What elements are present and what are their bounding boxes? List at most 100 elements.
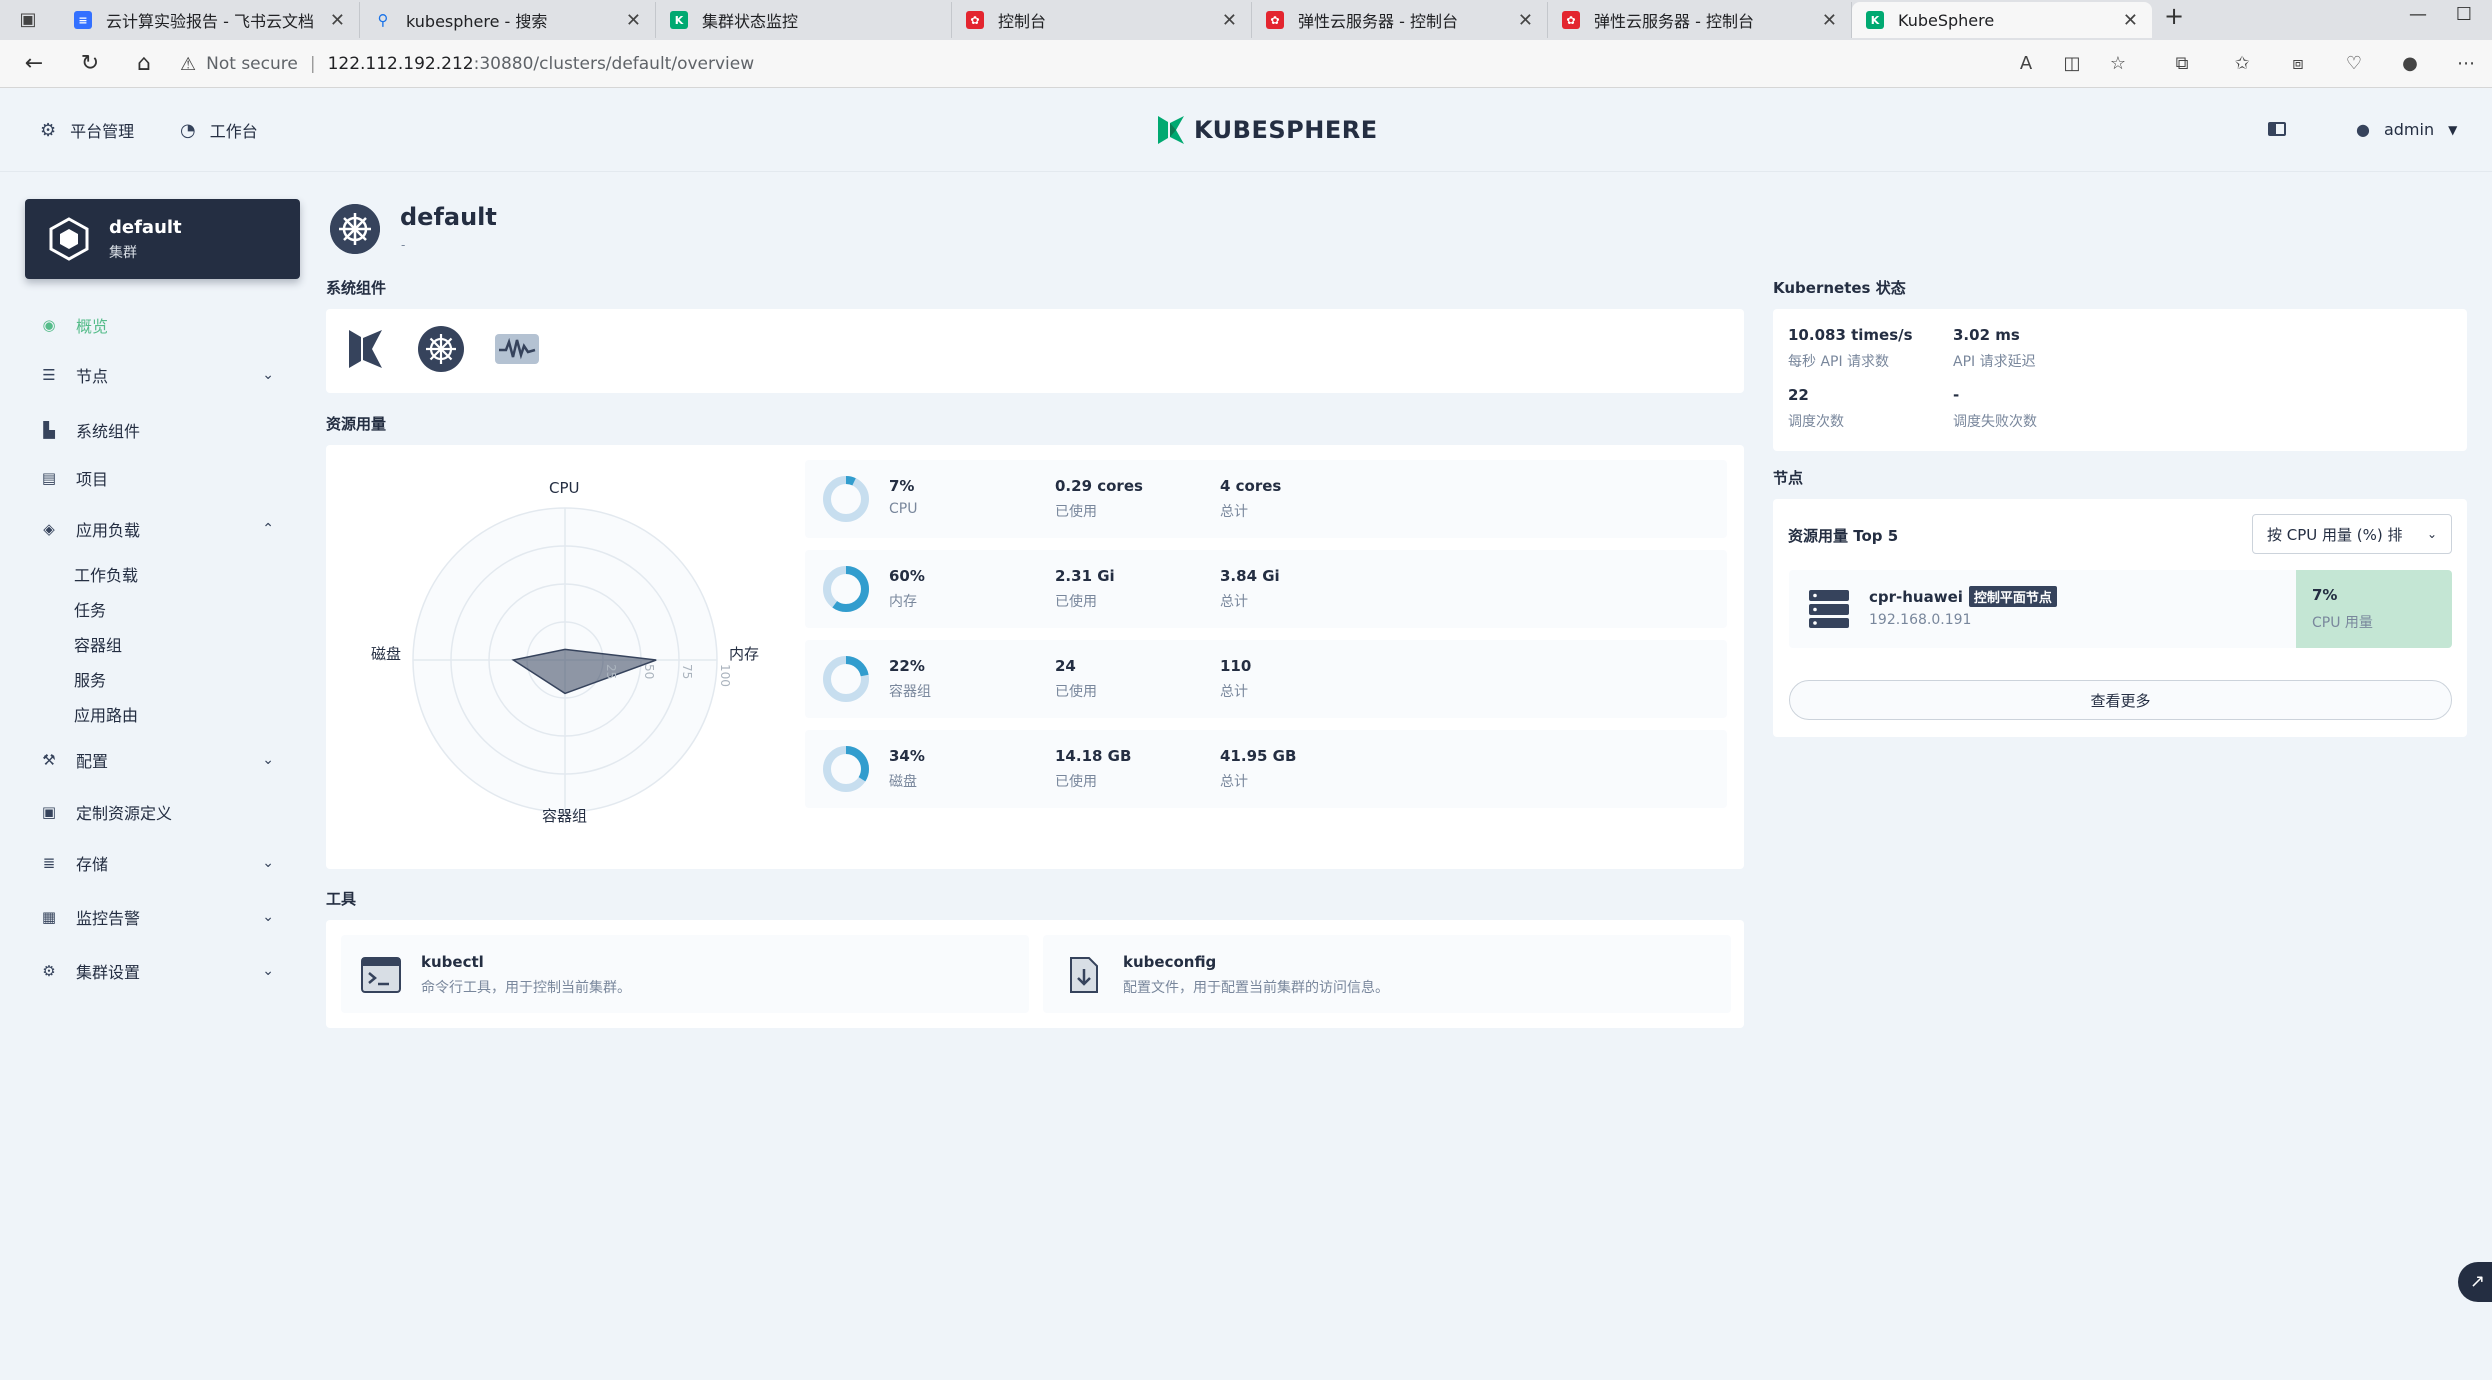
section-title-resource-usage: 资源用量 [326,415,387,433]
favorite-add-icon[interactable]: ☆ [2104,50,2132,78]
usage-percent: 22% [889,657,925,675]
not-secure-label: Not secure [206,54,298,74]
sidebar-item-settings[interactable]: ⚙ 集群设置 ⌄ [40,956,290,986]
sidebar-item-nodes[interactable]: ☰ 节点 ⌄ [40,360,290,390]
node-name[interactable]: cpr-huawei 控制平面节点 [1869,586,2057,607]
document-icon[interactable] [2268,122,2286,136]
kubesphere-component-icon[interactable] [344,326,390,372]
browser-tab[interactable]: ✿ 弹性云服务器 - 控制台 ✕ [1548,2,1852,38]
sidebar-item-label: 存储 [76,855,109,874]
sidebar-item-app-workloads[interactable]: ◈ 应用负载 ⌃ [40,514,290,544]
api-latency-value: 3.02 ms [1953,326,2020,344]
tab-actions-icon[interactable]: ▣ [14,6,42,34]
sidebar-item-storage[interactable]: ≣ 存储 ⌄ [40,848,290,878]
sidebar-item-label: 定制资源定义 [76,804,173,823]
url-separator: | [309,54,316,74]
server-icon [1809,590,1849,628]
layers-icon: ◈ [43,520,55,538]
monitoring-component-icon[interactable] [494,326,540,372]
section-title-system-components: 系统组件 [326,279,387,297]
sidebar-item-config[interactable]: ⚒ 配置 ⌄ [40,745,290,775]
browser-essentials-icon[interactable]: ♡ [2340,50,2368,78]
api-rate-label: 每秒 API 请求数 [1788,354,1890,370]
close-icon[interactable]: ✕ [1222,10,1237,31]
close-icon[interactable]: ✕ [626,10,641,31]
huawei-icon: ✿ [1562,11,1580,29]
close-icon[interactable]: ✕ [1822,10,1837,31]
sort-dropdown[interactable]: 按 CPU 用量 (%) 排 ⌄ [2252,514,2452,554]
caret-down-icon: ▼ [2448,122,2458,137]
sidebar-item-crd[interactable]: ▣ 定制资源定义 [40,797,290,827]
usage-ring [823,746,869,792]
browser-tab[interactable]: ✿ 控制台 ✕ [952,2,1252,38]
node-row[interactable]: cpr-huawei 控制平面节点 192.168.0.191 7% CPU 用… [1789,570,2452,648]
kubesphere-logo[interactable]: KUBESPHERE [1156,114,1378,146]
usage-row-disk: 34% 磁盘 14.18 GB 已使用 41.95 GB 总计 [805,730,1727,808]
browser-tab[interactable]: ≡ 云计算实验报告 - 飞书云文档 ✕ [60,2,360,38]
workbench-link[interactable]: ◔ 工作台 [180,118,258,142]
chevron-down-icon: ⌄ [262,963,274,979]
maximize-icon[interactable]: ☐ [2444,4,2484,25]
reload-icon[interactable]: ↻ [74,48,106,80]
usage-total: 41.95 GB [1220,747,1297,765]
schedule-fail-label: 调度失败次数 [1953,414,2037,430]
node-cpu-label: CPU 用量 [2312,615,2373,631]
sidebar-subitem-routes[interactable]: 应用路由 [74,702,138,726]
cluster-type: 集群 [109,244,137,261]
url-host: 122.112.192.212 [327,54,474,74]
user-menu[interactable]: ● admin ▼ [2356,120,2457,139]
sidebar-item-projects[interactable]: ▤ 项目 [40,463,290,493]
browser-tab-active[interactable]: K KubeSphere ✕ [1852,2,2152,38]
back-icon[interactable]: ← [18,48,50,80]
storage-icon: ≣ [42,854,56,872]
platform-menu[interactable]: ⚙ 平台管理 [40,118,134,142]
section-title-nodes: 节点 [1773,469,1804,487]
projects-icon: ▤ [41,469,57,487]
close-icon[interactable]: ✕ [330,10,345,31]
sidebar-item-label: 系统组件 [76,422,141,441]
kubectl-card[interactable]: kubectl 命令行工具，用于控制当前集群。 [341,935,1029,1013]
read-aloud-icon[interactable]: A [2012,50,2040,78]
node-cpu-value: 7% [2312,586,2338,604]
extensions-icon[interactable]: ⧉ [2168,50,2196,78]
more-icon[interactable]: ⋯ [2452,50,2480,78]
tab-label: kubesphere - 搜索 [406,12,548,31]
huawei-icon: ✿ [1266,11,1284,29]
url-field[interactable]: ⚠ Not secure | 122.112.192.212 :30880/cl… [180,46,1980,82]
warning-icon: ⚠ [180,53,197,75]
usage-total: 110 [1220,657,1252,675]
view-more-button[interactable]: 查看更多 [1789,680,2452,720]
help-button[interactable]: ↗ [2458,1262,2492,1302]
kubernetes-component-icon[interactable] [418,326,464,372]
sidebar-item-label: 配置 [76,752,109,771]
browser-tab[interactable]: ⚲ kubesphere - 搜索 ✕ [360,2,656,38]
overview-icon: ◉ [42,316,56,334]
cluster-card[interactable]: default 集群 [25,199,300,279]
browser-tab[interactable]: ✿ 弹性云服务器 - 控制台 ✕ [1252,2,1548,38]
close-icon[interactable]: ✕ [1518,10,1533,31]
address-bar: ← ↻ ⌂ ⚠ Not secure | 122.112.192.212 :30… [0,40,2492,88]
node-ip: 192.168.0.191 [1869,612,1972,628]
sidebar-subitem-pods[interactable]: 容器组 [74,632,122,656]
chevron-down-icon: ⌄ [262,909,274,925]
usage-used-label: 已使用 [1055,504,1097,520]
new-tab-button[interactable]: + [2154,2,2194,30]
split-screen-icon[interactable]: ◫ [2058,50,2086,78]
favorites-icon[interactable]: ✩ [2228,50,2256,78]
sidebar-item-overview[interactable]: ◉ 概览 [40,310,290,340]
collections-icon[interactable]: ⧈ [2284,50,2312,78]
sidebar-subitem-workloads[interactable]: 工作负载 [74,562,138,586]
sidebar-subitem-services[interactable]: 服务 [74,667,106,691]
profile-icon[interactable]: ● [2396,50,2424,78]
close-icon[interactable]: ✕ [2123,10,2138,31]
usage-name: CPU [889,501,918,517]
sidebar-item-system-components[interactable]: ▙ 系统组件 [40,415,290,445]
usage-ring [823,566,869,612]
minimize-icon[interactable]: — [2398,4,2438,25]
kubeconfig-card[interactable]: kubeconfig 配置文件，用于配置当前集群的访问信息。 [1043,935,1731,1013]
sidebar-subitem-jobs[interactable]: 任务 [74,597,106,621]
browser-tab[interactable]: K 集群状态监控 [656,2,952,38]
sidebar-item-monitoring[interactable]: ▦ 监控告警 ⌄ [40,902,290,932]
home-icon[interactable]: ⌂ [128,48,160,80]
dashboard-icon: ◔ [180,119,196,141]
